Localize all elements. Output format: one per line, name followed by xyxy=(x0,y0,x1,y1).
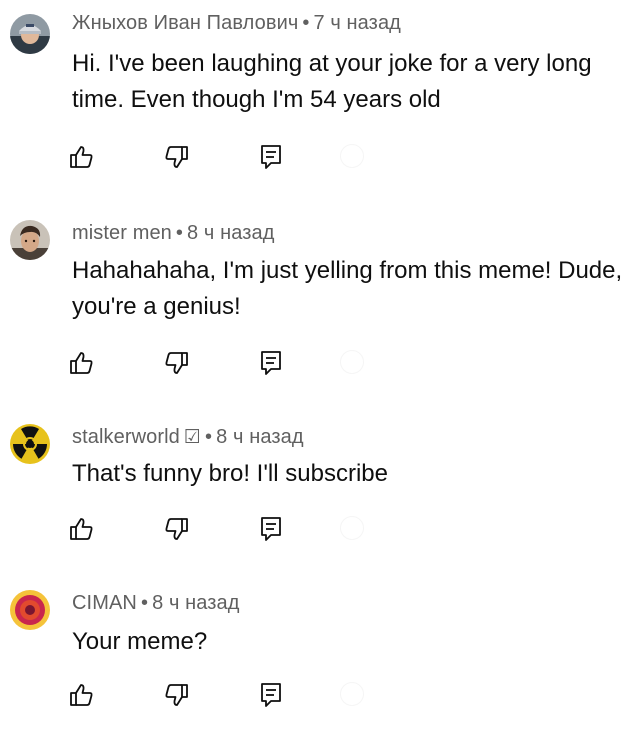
thumbs-up-icon xyxy=(70,146,93,168)
thumbs-up-icon xyxy=(70,518,93,540)
avatar[interactable] xyxy=(10,424,50,464)
thumbs-up-icon xyxy=(70,352,93,374)
reply-icon xyxy=(261,351,281,375)
like-button[interactable] xyxy=(66,514,96,544)
avatar-photo-icon xyxy=(10,220,50,260)
avatar-photo-icon xyxy=(10,14,50,54)
faded-artifact xyxy=(340,682,364,706)
comment-text: Hi. I've been laughing at your joke for … xyxy=(72,50,592,113)
comment-list: Жныхов Иван Павлович • 7 ч назад Hi. I've … xyxy=(0,0,634,750)
comment-time[interactable]: 8 ч назад xyxy=(152,592,239,614)
like-button[interactable] xyxy=(66,142,96,172)
reply-button[interactable] xyxy=(256,348,286,378)
comment-time[interactable]: 8 ч назад xyxy=(187,222,274,244)
comment-time[interactable]: 8 ч назад xyxy=(216,426,303,448)
comment-actions xyxy=(66,680,386,710)
thumbs-down-icon xyxy=(165,352,188,374)
comment-author[interactable]: Жныхов Иван Павлович xyxy=(72,12,298,34)
comment-text: Your meme? xyxy=(72,628,208,655)
avatar[interactable] xyxy=(10,590,50,630)
reply-button[interactable] xyxy=(256,142,286,172)
avatar[interactable] xyxy=(10,14,50,54)
faded-artifact xyxy=(340,144,364,168)
like-button[interactable] xyxy=(66,348,96,378)
reply-icon xyxy=(261,517,281,541)
thumbs-down-icon xyxy=(165,518,188,540)
reply-button[interactable] xyxy=(256,514,286,544)
reply-icon xyxy=(261,683,281,707)
meta-separator: • xyxy=(205,426,213,448)
meta-separator: • xyxy=(302,12,310,34)
dislike-button[interactable] xyxy=(162,348,192,378)
dislike-button[interactable] xyxy=(162,680,192,710)
comment-author[interactable]: stalkerworld xyxy=(72,426,180,448)
thumbs-up-icon xyxy=(70,684,93,706)
thumbs-down-icon xyxy=(165,684,188,706)
dislike-button[interactable] xyxy=(162,514,192,544)
dislike-button[interactable] xyxy=(162,142,192,172)
reply-icon xyxy=(261,145,281,169)
radiation-symbol-icon xyxy=(10,424,50,464)
comment-meta: CIMAN • 8 ч назад xyxy=(72,592,240,615)
like-button[interactable] xyxy=(66,680,96,710)
thumbs-down-icon xyxy=(165,146,188,168)
reply-button[interactable] xyxy=(256,680,286,710)
comment-meta: Жныхов Иван Павлович • 7 ч назад xyxy=(72,12,401,35)
comment-actions xyxy=(66,514,386,544)
comment-meta: mister men • 8 ч назад xyxy=(72,222,274,245)
meta-separator: • xyxy=(175,222,184,244)
comment-text: Hahahahaha, I'm just yelling from this m… xyxy=(72,257,623,320)
faded-artifact xyxy=(340,350,364,374)
comment-actions xyxy=(66,348,386,378)
comment-meta: stalkerworld ☑ • 8 ч назад xyxy=(72,426,304,449)
target-circle-icon xyxy=(10,590,50,630)
comment-time[interactable]: 7 ч назад xyxy=(313,12,400,34)
comment-author[interactable]: mister men xyxy=(72,222,172,244)
comment-actions xyxy=(66,142,386,172)
meta-separator: • xyxy=(140,592,149,614)
comment-text: That's funny bro! I'll subscribe xyxy=(72,460,388,487)
comment-author[interactable]: CIMAN xyxy=(72,592,137,614)
faded-artifact xyxy=(340,516,364,540)
avatar[interactable] xyxy=(10,220,50,260)
verified-badge-icon: ☑ xyxy=(183,427,202,448)
